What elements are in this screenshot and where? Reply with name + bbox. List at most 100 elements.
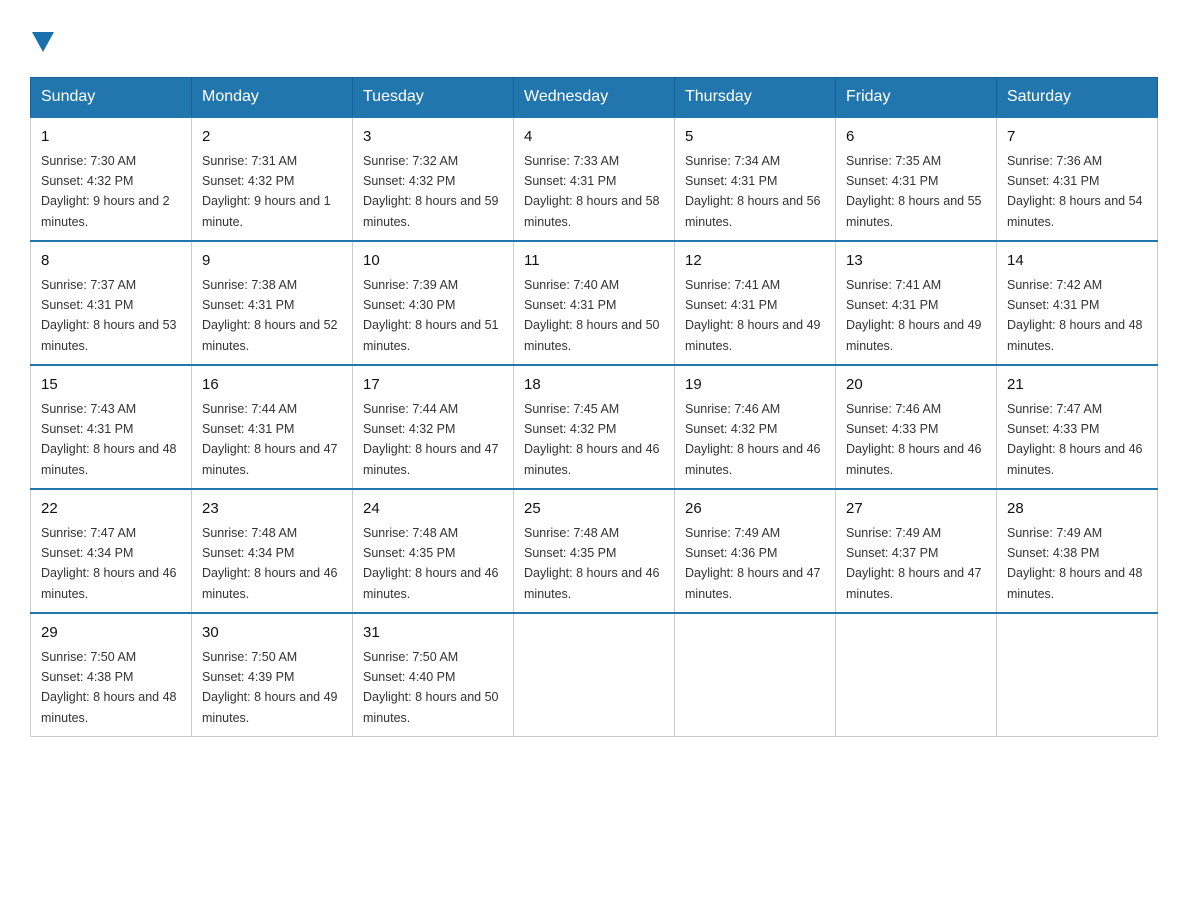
- calendar-cell: 7 Sunrise: 7:36 AMSunset: 4:31 PMDayligh…: [997, 117, 1158, 241]
- calendar-cell: 14 Sunrise: 7:42 AMSunset: 4:31 PMDaylig…: [997, 241, 1158, 365]
- calendar-cell: 1 Sunrise: 7:30 AMSunset: 4:32 PMDayligh…: [31, 117, 192, 241]
- day-number: 10: [363, 250, 503, 273]
- day-number: 1: [41, 126, 181, 149]
- day-info: Sunrise: 7:50 AMSunset: 4:38 PMDaylight:…: [41, 650, 177, 725]
- day-info: Sunrise: 7:49 AMSunset: 4:37 PMDaylight:…: [846, 526, 982, 601]
- week-row-2: 8 Sunrise: 7:37 AMSunset: 4:31 PMDayligh…: [31, 241, 1158, 365]
- week-row-3: 15 Sunrise: 7:43 AMSunset: 4:31 PMDaylig…: [31, 365, 1158, 489]
- day-number: 30: [202, 622, 342, 645]
- day-info: Sunrise: 7:39 AMSunset: 4:30 PMDaylight:…: [363, 278, 499, 353]
- calendar-cell: [675, 613, 836, 737]
- calendar-cell: 21 Sunrise: 7:47 AMSunset: 4:33 PMDaylig…: [997, 365, 1158, 489]
- calendar-cell: 5 Sunrise: 7:34 AMSunset: 4:31 PMDayligh…: [675, 117, 836, 241]
- calendar-cell: [514, 613, 675, 737]
- day-info: Sunrise: 7:46 AMSunset: 4:33 PMDaylight:…: [846, 402, 982, 477]
- weekday-header-sunday: Sunday: [31, 78, 192, 118]
- day-info: Sunrise: 7:48 AMSunset: 4:35 PMDaylight:…: [524, 526, 660, 601]
- day-info: Sunrise: 7:33 AMSunset: 4:31 PMDaylight:…: [524, 154, 660, 229]
- day-number: 4: [524, 126, 664, 149]
- calendar-cell: 31 Sunrise: 7:50 AMSunset: 4:40 PMDaylig…: [353, 613, 514, 737]
- calendar-cell: 22 Sunrise: 7:47 AMSunset: 4:34 PMDaylig…: [31, 489, 192, 613]
- day-info: Sunrise: 7:40 AMSunset: 4:31 PMDaylight:…: [524, 278, 660, 353]
- calendar-cell: 17 Sunrise: 7:44 AMSunset: 4:32 PMDaylig…: [353, 365, 514, 489]
- calendar-cell: 8 Sunrise: 7:37 AMSunset: 4:31 PMDayligh…: [31, 241, 192, 365]
- calendar-cell: 26 Sunrise: 7:49 AMSunset: 4:36 PMDaylig…: [675, 489, 836, 613]
- day-info: Sunrise: 7:35 AMSunset: 4:31 PMDaylight:…: [846, 154, 982, 229]
- calendar-cell: 27 Sunrise: 7:49 AMSunset: 4:37 PMDaylig…: [836, 489, 997, 613]
- weekday-header-saturday: Saturday: [997, 78, 1158, 118]
- day-number: 19: [685, 374, 825, 397]
- day-number: 3: [363, 126, 503, 149]
- day-number: 14: [1007, 250, 1147, 273]
- day-info: Sunrise: 7:48 AMSunset: 4:35 PMDaylight:…: [363, 526, 499, 601]
- day-number: 11: [524, 250, 664, 273]
- day-number: 23: [202, 498, 342, 521]
- day-number: 20: [846, 374, 986, 397]
- day-number: 7: [1007, 126, 1147, 149]
- day-info: Sunrise: 7:42 AMSunset: 4:31 PMDaylight:…: [1007, 278, 1143, 353]
- calendar-cell: 29 Sunrise: 7:50 AMSunset: 4:38 PMDaylig…: [31, 613, 192, 737]
- week-row-4: 22 Sunrise: 7:47 AMSunset: 4:34 PMDaylig…: [31, 489, 1158, 613]
- calendar-cell: 12 Sunrise: 7:41 AMSunset: 4:31 PMDaylig…: [675, 241, 836, 365]
- weekday-header-monday: Monday: [192, 78, 353, 118]
- calendar-cell: 24 Sunrise: 7:48 AMSunset: 4:35 PMDaylig…: [353, 489, 514, 613]
- day-number: 9: [202, 250, 342, 273]
- day-info: Sunrise: 7:43 AMSunset: 4:31 PMDaylight:…: [41, 402, 177, 477]
- day-number: 8: [41, 250, 181, 273]
- day-number: 29: [41, 622, 181, 645]
- calendar-cell: 25 Sunrise: 7:48 AMSunset: 4:35 PMDaylig…: [514, 489, 675, 613]
- calendar-cell: 19 Sunrise: 7:46 AMSunset: 4:32 PMDaylig…: [675, 365, 836, 489]
- day-number: 17: [363, 374, 503, 397]
- day-info: Sunrise: 7:30 AMSunset: 4:32 PMDaylight:…: [41, 154, 170, 229]
- day-info: Sunrise: 7:47 AMSunset: 4:33 PMDaylight:…: [1007, 402, 1143, 477]
- calendar-cell: 28 Sunrise: 7:49 AMSunset: 4:38 PMDaylig…: [997, 489, 1158, 613]
- week-row-5: 29 Sunrise: 7:50 AMSunset: 4:38 PMDaylig…: [31, 613, 1158, 737]
- day-info: Sunrise: 7:41 AMSunset: 4:31 PMDaylight:…: [846, 278, 982, 353]
- day-number: 31: [363, 622, 503, 645]
- calendar-cell: 20 Sunrise: 7:46 AMSunset: 4:33 PMDaylig…: [836, 365, 997, 489]
- calendar-cell: [997, 613, 1158, 737]
- weekday-header-thursday: Thursday: [675, 78, 836, 118]
- weekday-header-wednesday: Wednesday: [514, 78, 675, 118]
- day-info: Sunrise: 7:41 AMSunset: 4:31 PMDaylight:…: [685, 278, 821, 353]
- day-info: Sunrise: 7:45 AMSunset: 4:32 PMDaylight:…: [524, 402, 660, 477]
- week-row-1: 1 Sunrise: 7:30 AMSunset: 4:32 PMDayligh…: [31, 117, 1158, 241]
- day-info: Sunrise: 7:34 AMSunset: 4:31 PMDaylight:…: [685, 154, 821, 229]
- weekday-header-friday: Friday: [836, 78, 997, 118]
- day-number: 27: [846, 498, 986, 521]
- day-info: Sunrise: 7:32 AMSunset: 4:32 PMDaylight:…: [363, 154, 499, 229]
- day-number: 25: [524, 498, 664, 521]
- day-number: 22: [41, 498, 181, 521]
- day-number: 6: [846, 126, 986, 149]
- day-number: 26: [685, 498, 825, 521]
- calendar-cell: [836, 613, 997, 737]
- day-info: Sunrise: 7:31 AMSunset: 4:32 PMDaylight:…: [202, 154, 331, 229]
- calendar-cell: 13 Sunrise: 7:41 AMSunset: 4:31 PMDaylig…: [836, 241, 997, 365]
- calendar-cell: 16 Sunrise: 7:44 AMSunset: 4:31 PMDaylig…: [192, 365, 353, 489]
- calendar-cell: 9 Sunrise: 7:38 AMSunset: 4:31 PMDayligh…: [192, 241, 353, 365]
- day-info: Sunrise: 7:49 AMSunset: 4:38 PMDaylight:…: [1007, 526, 1143, 601]
- day-info: Sunrise: 7:46 AMSunset: 4:32 PMDaylight:…: [685, 402, 821, 477]
- day-info: Sunrise: 7:44 AMSunset: 4:32 PMDaylight:…: [363, 402, 499, 477]
- calendar-table: SundayMondayTuesdayWednesdayThursdayFrid…: [30, 77, 1158, 737]
- day-number: 16: [202, 374, 342, 397]
- logo-triangle-icon: [32, 32, 54, 52]
- page-header: [30, 20, 1158, 57]
- day-number: 18: [524, 374, 664, 397]
- calendar-cell: 11 Sunrise: 7:40 AMSunset: 4:31 PMDaylig…: [514, 241, 675, 365]
- day-info: Sunrise: 7:37 AMSunset: 4:31 PMDaylight:…: [41, 278, 177, 353]
- day-number: 2: [202, 126, 342, 149]
- weekday-header-row: SundayMondayTuesdayWednesdayThursdayFrid…: [31, 78, 1158, 118]
- day-number: 28: [1007, 498, 1147, 521]
- day-info: Sunrise: 7:48 AMSunset: 4:34 PMDaylight:…: [202, 526, 338, 601]
- calendar-cell: 18 Sunrise: 7:45 AMSunset: 4:32 PMDaylig…: [514, 365, 675, 489]
- day-info: Sunrise: 7:49 AMSunset: 4:36 PMDaylight:…: [685, 526, 821, 601]
- day-number: 5: [685, 126, 825, 149]
- calendar-cell: 2 Sunrise: 7:31 AMSunset: 4:32 PMDayligh…: [192, 117, 353, 241]
- calendar-cell: 15 Sunrise: 7:43 AMSunset: 4:31 PMDaylig…: [31, 365, 192, 489]
- calendar-cell: 3 Sunrise: 7:32 AMSunset: 4:32 PMDayligh…: [353, 117, 514, 241]
- day-info: Sunrise: 7:47 AMSunset: 4:34 PMDaylight:…: [41, 526, 177, 601]
- calendar-cell: 6 Sunrise: 7:35 AMSunset: 4:31 PMDayligh…: [836, 117, 997, 241]
- day-number: 12: [685, 250, 825, 273]
- day-info: Sunrise: 7:36 AMSunset: 4:31 PMDaylight:…: [1007, 154, 1143, 229]
